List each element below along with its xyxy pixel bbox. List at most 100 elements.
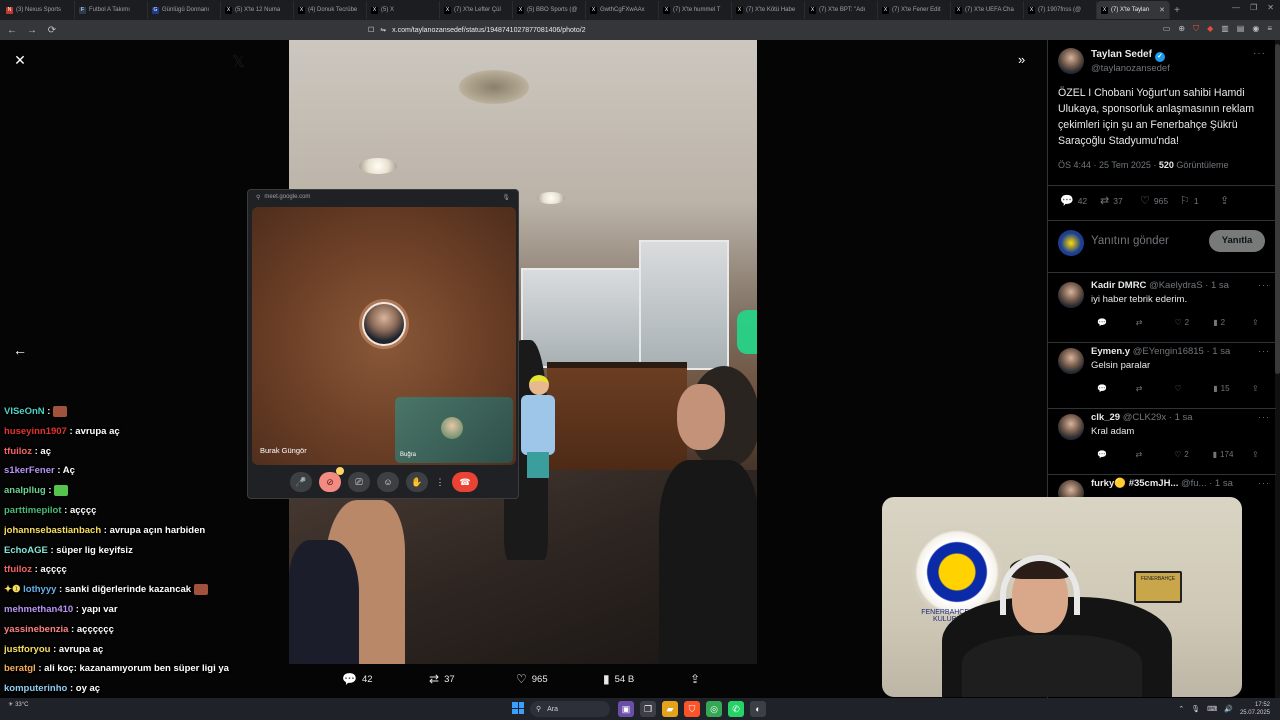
emoji-button[interactable]: ☺ <box>377 472 399 492</box>
media-like-button[interactable]: ♡ 965 <box>516 672 603 686</box>
author-avatar[interactable] <box>1058 48 1084 74</box>
browser-tab[interactable]: X (7) X'te UEFA Cha <box>951 1 1024 19</box>
chat-username[interactable]: mehmethan410 <box>4 604 73 615</box>
clock[interactable]: 17:52 25.07.2025 <box>1240 701 1270 717</box>
browser-tab[interactable]: X (5) X'te 12 Numa <box>221 1 294 19</box>
profile-icon[interactable]: ◉ <box>1252 24 1259 34</box>
chat-username[interactable]: lothyyy <box>23 584 56 595</box>
minimize-icon[interactable]: — <box>1232 3 1240 12</box>
share-icon[interactable]: ⇪ <box>1252 450 1272 459</box>
new-tab-button[interactable]: + <box>1170 5 1184 16</box>
raise-hand-button[interactable]: ✋ <box>406 472 428 492</box>
reload-icon[interactable]: ⟳ <box>44 25 60 36</box>
reply-author[interactable]: Kadir DMRC @KaelydraS · 1 sa <box>1091 280 1229 291</box>
media-views-button[interactable]: ▮ 54 B <box>603 672 690 686</box>
task-view-icon[interactable]: ❐ <box>640 701 656 717</box>
back-nav-icon[interactable]: ← <box>4 25 20 36</box>
reply-icon[interactable]: 💬 <box>1097 384 1117 393</box>
repost-button[interactable]: ⇄ 37 <box>1100 194 1140 207</box>
brave-icon[interactable]: ⛉ <box>684 701 700 717</box>
tweet-author[interactable]: Taylan Sedef ✓ @taylanozansedef ··· <box>1058 48 1268 78</box>
repost-icon[interactable]: ⇄ <box>1136 450 1156 459</box>
author-handle[interactable]: @taylanozansedef <box>1091 63 1170 74</box>
media-reply-button[interactable]: 💬 42 <box>342 672 429 686</box>
like-button[interactable]: ♡ 965 <box>1140 194 1180 207</box>
share-button[interactable]: ⇪ <box>1220 194 1260 207</box>
close-media-button[interactable]: ✕ <box>12 52 28 68</box>
chat-username[interactable]: yassinebenzia <box>4 624 68 635</box>
chat-username[interactable]: tfuiloz <box>4 564 32 575</box>
views-button[interactable]: ▮ 174 <box>1213 450 1234 459</box>
sidebar-icon[interactable]: ▥ <box>1221 24 1229 34</box>
reply-input[interactable]: Yanıtını gönder <box>1091 235 1169 247</box>
chat-username[interactable]: komputerinho <box>4 683 67 694</box>
panel-scrollbar[interactable] <box>1275 40 1280 698</box>
expand-panel-button[interactable]: » <box>1018 52 1025 67</box>
share-icon[interactable]: ⇪ <box>1252 384 1272 393</box>
forward-nav-icon[interactable]: → <box>24 25 40 36</box>
reply-avatar[interactable] <box>1058 282 1084 308</box>
chat-username[interactable]: tfuiloz <box>4 446 32 457</box>
browser-tab[interactable]: X (7) X'te BPT: "Adı <box>805 1 878 19</box>
maximize-icon[interactable]: ❐ <box>1250 3 1257 12</box>
taskbar-search[interactable]: ⚲ Ara <box>530 701 610 717</box>
browser-tab[interactable]: X (5) X <box>367 1 440 19</box>
chat-username[interactable]: huseyinn1907 <box>4 426 67 437</box>
widgets-icon[interactable]: ▣ <box>618 701 634 717</box>
more-icon[interactable]: ··· <box>1258 346 1270 356</box>
browser-tab[interactable]: X (7) X'te Lefter Çül <box>440 1 513 19</box>
like-button[interactable]: ♡ 2 <box>1174 450 1194 459</box>
reply-tweet[interactable]: Eymen.y @EYengin16815 · 1 sa ··· Gelsin … <box>1058 344 1270 410</box>
network-icon[interactable]: ⌨ <box>1207 705 1217 713</box>
browser-tab[interactable]: X (4) Donuk Tecrübe <box>294 1 367 19</box>
bookmark-icon[interactable]: ☐ <box>368 26 374 34</box>
reply-author[interactable]: furky🟡 #35cmJH... @fu... · 1 sa <box>1091 478 1233 489</box>
extension-icon[interactable]: ◆ <box>1207 24 1213 34</box>
more-icon[interactable]: ··· <box>1258 412 1270 422</box>
shield-icon[interactable]: ⛉ <box>1193 24 1199 34</box>
reply-author[interactable]: Eymen.y @EYengin16815 · 1 sa <box>1091 346 1230 357</box>
close-tab-icon[interactable]: ✕ <box>1159 6 1165 14</box>
browser-tab[interactable]: X (5) BBO Sports (@ <box>513 1 586 19</box>
reply-tweet[interactable]: Kadir DMRC @KaelydraS · 1 sa ··· iyi hab… <box>1058 278 1270 344</box>
reply-tweet[interactable]: clk_29 @CLK29x · 1 sa ··· Kral adam 💬 ⇄ … <box>1058 410 1270 476</box>
reply-submit-button[interactable]: Yanıtla <box>1209 230 1265 252</box>
previous-photo-button[interactable]: ← <box>12 342 28 358</box>
views-button[interactable]: ▮ 15 <box>1213 384 1233 393</box>
present-button[interactable]: ⎚ <box>348 472 370 492</box>
close-window-icon[interactable]: ✕ <box>1267 3 1274 12</box>
reply-author[interactable]: clk_29 @CLK29x · 1 sa <box>1091 412 1193 423</box>
camera-button[interactable]: ⊘ <box>319 467 344 492</box>
repost-icon[interactable]: ⇄ <box>1136 384 1156 393</box>
meet-pip-window[interactable]: ⚲ meet.google.com 🎙 Burak Güngör Buğra 🎤… <box>247 189 519 499</box>
file-explorer-icon[interactable]: ▰ <box>662 701 678 717</box>
browser-tab[interactable]: F Futbol A Takımı <box>75 1 148 19</box>
chat-username[interactable]: beratgl <box>4 663 36 674</box>
views-button[interactable]: ▮ 2 <box>1213 318 1233 327</box>
whatsapp-icon[interactable]: ✆ <box>728 701 744 717</box>
more-icon[interactable]: ··· <box>1258 478 1270 488</box>
panel-scroll-thumb[interactable] <box>1275 44 1280 374</box>
media-share-button[interactable]: ⇪ <box>690 672 710 686</box>
browser-tab[interactable]: N (3) Nexus Sports <box>2 1 75 19</box>
browser-tab[interactable]: X (7) X'te hummel T <box>659 1 732 19</box>
browser-tab[interactable]: G Günlügü Donnanı <box>148 1 221 19</box>
browser-tab[interactable]: X (7) X'te Kötü Habe <box>732 1 805 19</box>
mic-tray-icon[interactable]: 🎙 <box>1191 705 1200 713</box>
site-info-icon[interactable]: ⇋ <box>380 26 386 34</box>
chat-username[interactable]: analpllug <box>4 485 46 496</box>
wallet-icon[interactable]: ▤ <box>1237 24 1245 34</box>
chat-username[interactable]: EchoAGE <box>4 545 48 556</box>
chrome-icon[interactable]: ◎ <box>706 701 722 717</box>
media-repost-button[interactable]: ⇄ 37 <box>429 672 516 686</box>
cast-icon[interactable]: ▭ <box>1163 24 1171 34</box>
reply-icon[interactable]: 💬 <box>1097 318 1117 327</box>
app-icon[interactable]: ◐ <box>750 701 766 717</box>
tray-up-icon[interactable]: ⌃ <box>1178 705 1184 713</box>
zoom-icon[interactable]: ⊕ <box>1178 24 1185 34</box>
mic-button[interactable]: 🎤 <box>290 472 312 492</box>
chat-username[interactable]: s1kerFener <box>4 465 55 476</box>
like-button[interactable]: ♡ 2 <box>1175 318 1195 327</box>
browser-tab[interactable]: X (7) X'te Fener Edit <box>878 1 951 19</box>
reply-avatar[interactable] <box>1058 348 1084 374</box>
